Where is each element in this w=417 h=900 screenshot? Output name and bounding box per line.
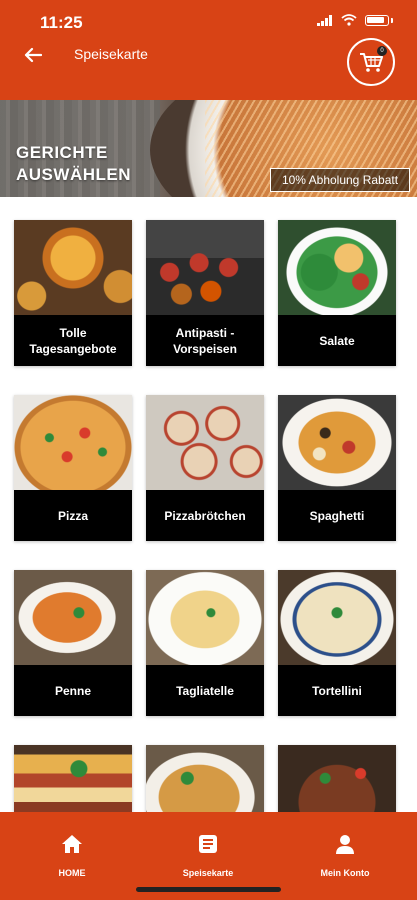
category-image-pizzabroetchen [146, 395, 264, 490]
category-card-tortellini[interactable]: Tortellini [278, 570, 396, 716]
category-label: Penne [14, 665, 132, 716]
home-indicator [136, 887, 281, 892]
banner-title-line-1: GERICHTE [16, 143, 108, 162]
category-image-antipasti [146, 220, 264, 315]
category-card-tagliatelle[interactable]: Tagliatelle [146, 570, 264, 716]
category-image-salate [278, 220, 396, 315]
category-label: Tolle Tagesangebote [14, 315, 132, 366]
status-bar: 11:25 [0, 0, 417, 40]
nav-menu-label: Speisekarte [182, 868, 234, 878]
cart-button[interactable]: 0 [347, 38, 395, 86]
nav-menu[interactable]: Speisekarte [148, 832, 268, 878]
category-image-pizza [14, 395, 132, 490]
category-label: Tagliatelle [146, 665, 264, 716]
category-label: Pizzabrötchen [146, 490, 264, 541]
arrow-left-icon [24, 47, 42, 63]
category-label: Tortellini [278, 665, 396, 716]
page-title: Speisekarte [74, 46, 148, 62]
category-card-spaghetti[interactable]: Spaghetti [278, 395, 396, 541]
category-image-schnitzel [146, 745, 264, 812]
category-card-lasagne[interactable] [14, 745, 132, 812]
category-image-steak [278, 745, 396, 812]
category-image-tortellini [278, 570, 396, 665]
status-icons [317, 14, 393, 26]
category-image-tagliatelle [146, 570, 264, 665]
category-card-steak[interactable] [278, 745, 396, 812]
category-card-penne[interactable]: Penne [14, 570, 132, 716]
category-card-salate[interactable]: Salate [278, 220, 396, 366]
status-time: 11:25 [40, 13, 83, 32]
category-image-lasagne [14, 745, 132, 812]
battery-tip [391, 17, 393, 23]
category-label: Pizza [14, 490, 132, 541]
menu-card-icon [196, 832, 220, 856]
category-image-penne [14, 570, 132, 665]
category-card-antipasti[interactable]: Antipasti - Vorspeisen [146, 220, 264, 366]
back-button[interactable] [18, 40, 48, 70]
category-card-pizza[interactable]: Pizza [14, 395, 132, 541]
app-bar: Speisekarte 0 [0, 38, 417, 100]
discount-badge: 10% Abholung Rabatt [270, 168, 410, 192]
banner-title-line-2: AUSWÄHLEN [16, 165, 131, 184]
category-label: Antipasti - Vorspeisen [146, 315, 264, 366]
category-label: Spaghetti [278, 490, 396, 541]
battery-icon [365, 14, 389, 26]
nav-account-label: Mein Konto [320, 868, 370, 878]
category-image-spaghetti [278, 395, 396, 490]
home-icon [60, 832, 84, 856]
category-label: Salate [278, 315, 396, 366]
nav-home-label: HOME [58, 868, 86, 878]
nav-account[interactable]: Mein Konto [285, 832, 405, 878]
category-card-schnitzel[interactable] [146, 745, 264, 812]
category-grid: Tolle Tagesangebote Antipasti - Vorspeis… [0, 197, 417, 812]
nav-home[interactable]: HOME [12, 832, 132, 878]
wifi-icon [341, 14, 357, 26]
banner-title: GERICHTE AUSWÄHLEN [16, 142, 131, 186]
category-card-tagesangebote[interactable]: Tolle Tagesangebote [14, 220, 132, 366]
category-image-tagesangebote [14, 220, 132, 315]
cart-count-badge: 0 [377, 46, 387, 56]
user-icon [333, 832, 357, 856]
signal-icon [317, 14, 332, 26]
category-card-pizzabroetchen[interactable]: Pizzabrötchen [146, 395, 264, 541]
